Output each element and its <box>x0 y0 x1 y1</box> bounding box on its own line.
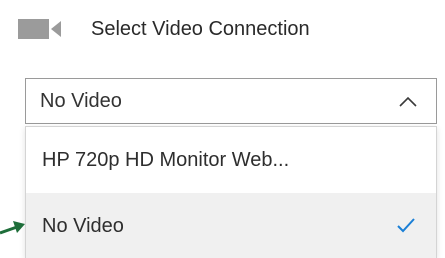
checkmark-icon <box>397 218 415 233</box>
video-source-select[interactable]: No Video <box>25 78 437 124</box>
pointer-arrow-icon <box>0 221 25 235</box>
video-connection-header: Select Video Connection <box>18 14 310 44</box>
video-connection-label: Select Video Connection <box>91 17 310 40</box>
select-current-value: No Video <box>40 89 122 112</box>
video-source-dropdown: HP 720p HD Monitor Web... No Video <box>25 126 437 258</box>
option-hp-webcam[interactable]: HP 720p HD Monitor Web... <box>26 127 436 193</box>
chevron-up-icon[interactable] <box>398 92 418 112</box>
option-label: No Video <box>42 214 124 237</box>
video-camera-icon <box>18 19 61 39</box>
option-label: HP 720p HD Monitor Web... <box>42 148 290 171</box>
option-no-video[interactable]: No Video <box>26 193 436 258</box>
video-connection-panel: Select Video Connection No Video HP 720p… <box>0 0 445 258</box>
